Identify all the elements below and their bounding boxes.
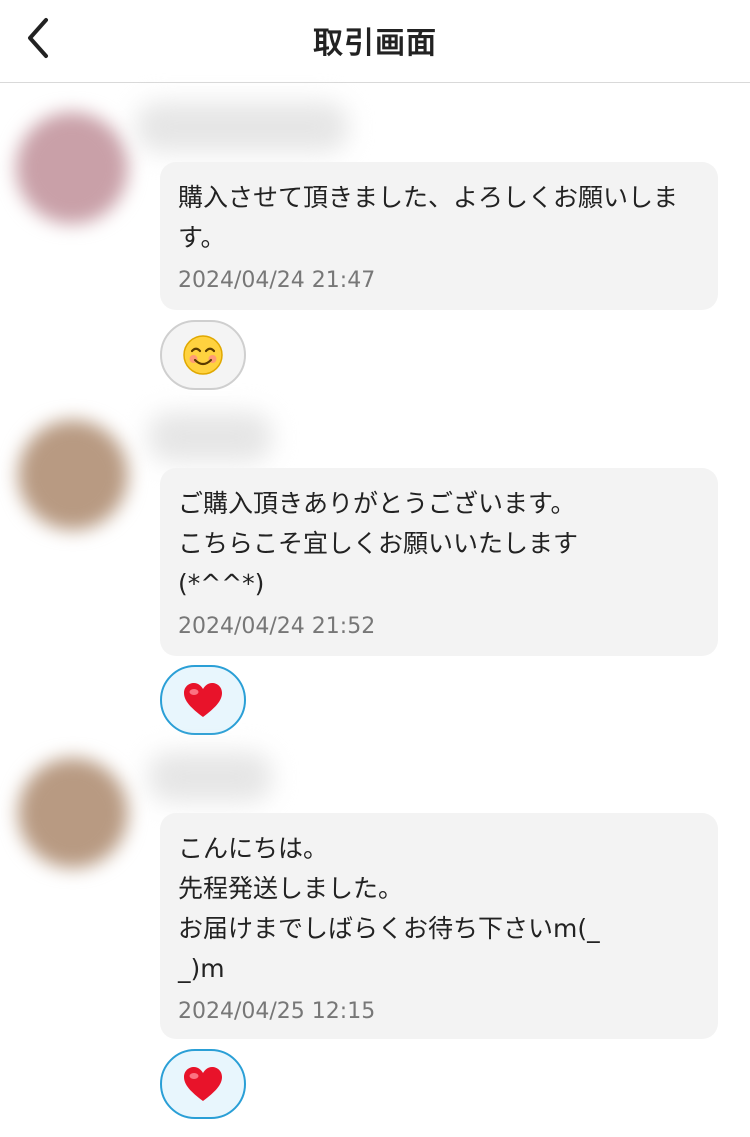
header-bar: 取引画面 [0, 0, 750, 83]
avatar[interactable] [18, 758, 128, 868]
message-timestamp: 2024/04/25 12:15 [178, 999, 376, 1024]
message-bubble: 購入させて頂きました、よろしくお願いします。 2024/04/24 21:47 [160, 162, 718, 310]
smile-emoji-icon [183, 335, 223, 375]
message-bubble: こんにちは。 先程発送しました。 お届けまでしばらくお待ち下さいm(_ _)m … [160, 813, 718, 1039]
sender-name [148, 752, 272, 802]
reaction-button[interactable] [160, 320, 246, 390]
avatar[interactable] [18, 420, 128, 530]
heart-emoji-icon [184, 1067, 222, 1101]
page-title: 取引画面 [313, 26, 437, 61]
message-timestamp: 2024/04/24 21:52 [178, 614, 376, 639]
avatar[interactable] [16, 112, 128, 224]
message-bubble: ご購入頂きありがとうございます。 こちらこそ宜しくお願いいたします (*^^*)… [160, 468, 718, 656]
reaction-button[interactable] [160, 665, 246, 735]
message-text: 購入させて頂きました、よろしくお願いします。 [178, 183, 679, 252]
message-text: ご購入頂きありがとうございます。 こちらこそ宜しくお願いいたします (*^^*) [178, 489, 579, 598]
message-text: こんにちは。 先程発送しました。 お届けまでしばらくお待ち下さいm(_ _)m [178, 834, 600, 983]
sender-name [148, 412, 272, 462]
message-timestamp: 2024/04/24 21:47 [178, 268, 376, 293]
sender-name [136, 102, 348, 152]
heart-emoji-icon [184, 683, 222, 717]
reaction-button[interactable] [160, 1049, 246, 1119]
